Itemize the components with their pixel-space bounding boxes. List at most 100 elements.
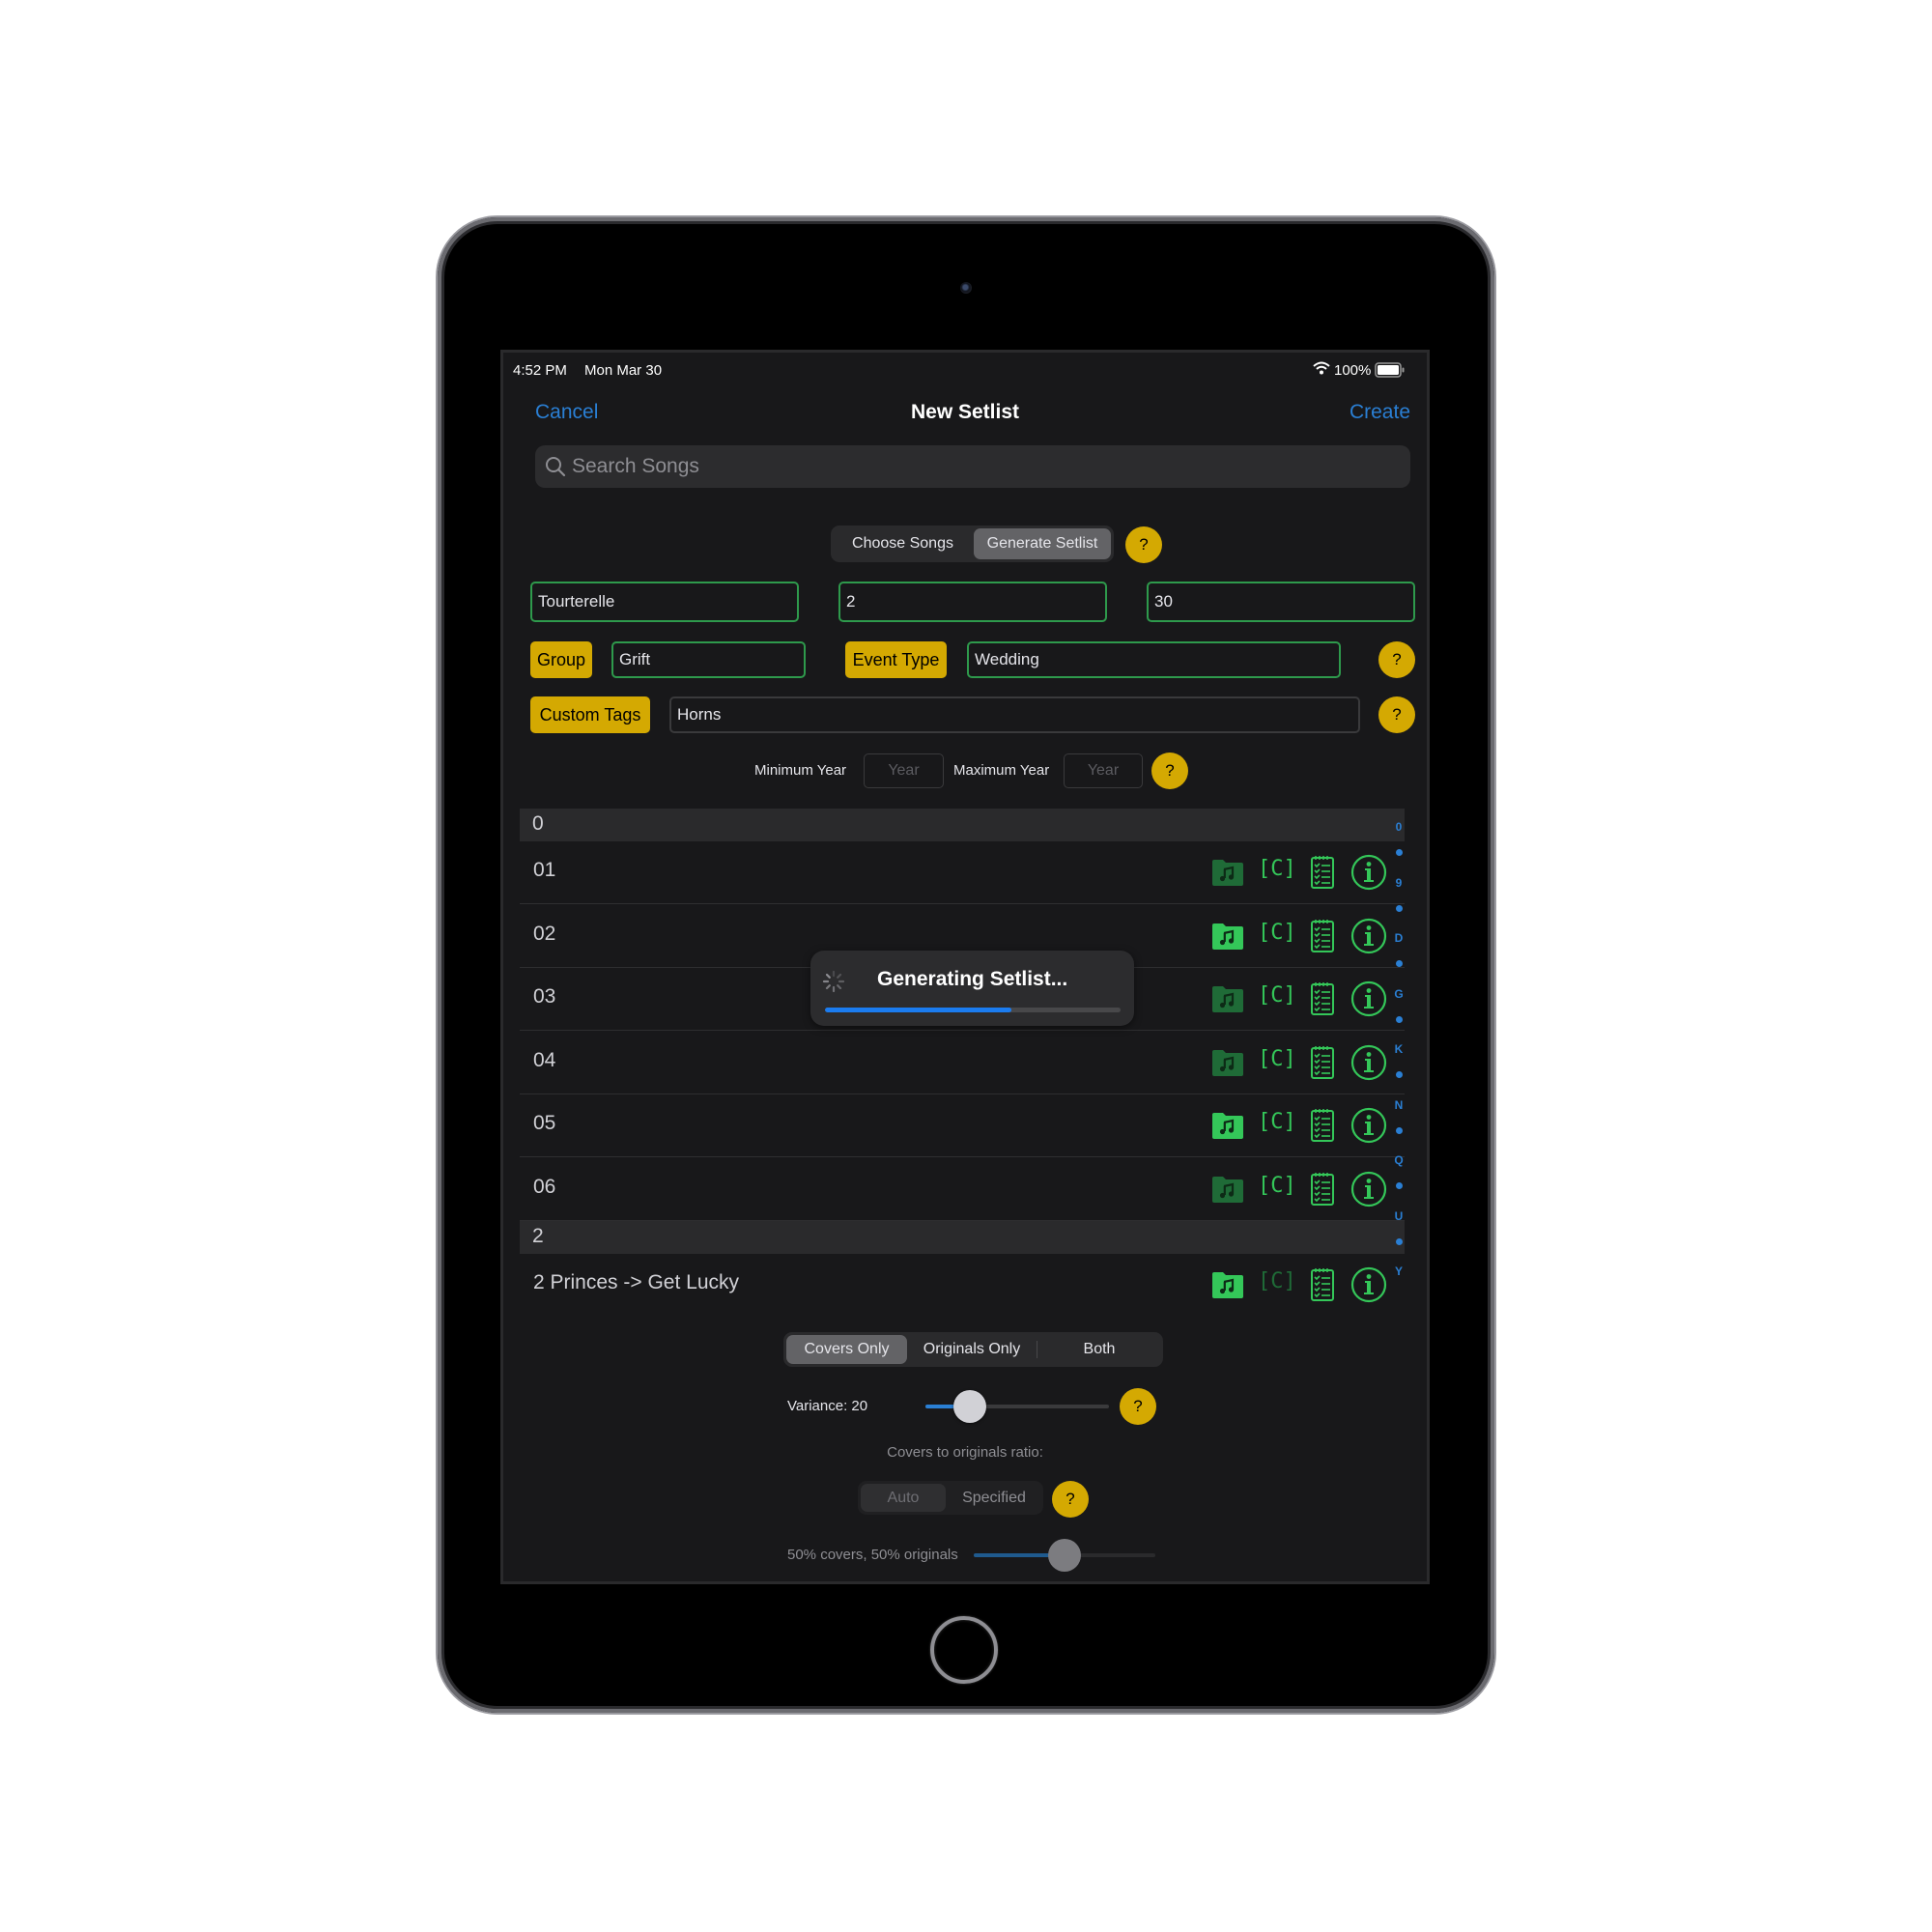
mode-help-button[interactable]: ? (1125, 526, 1162, 563)
section-header-label: 2 (532, 1225, 544, 1247)
song-row[interactable]: 01 [C] (520, 841, 1405, 904)
chords-icon[interactable]: [C] (1258, 857, 1296, 881)
segment-both[interactable]: Both (1038, 1335, 1160, 1364)
filters-help-button[interactable]: ? (1378, 641, 1415, 678)
maximum-year-input[interactable]: Year (1064, 753, 1143, 788)
chords-icon[interactable]: [C] (1258, 1174, 1296, 1198)
chords-icon[interactable]: [C] (1258, 1110, 1296, 1134)
custom-tags-button[interactable]: Custom Tags (530, 696, 650, 733)
section-index-dot[interactable] (1396, 1071, 1403, 1078)
mode-segmented-control: Choose Songs Generate Setlist (831, 526, 1114, 562)
song-type-segmented-control: Covers Only Originals Only Both (783, 1332, 1163, 1367)
search-placeholder: Search Songs (572, 455, 699, 477)
section-index-letter[interactable]: K (1392, 1042, 1406, 1056)
music-folder-icon[interactable] (1211, 1111, 1244, 1145)
progress-fill (825, 1008, 1011, 1012)
section-index-letter[interactable]: Y (1392, 1264, 1406, 1278)
song-row[interactable]: 06 [C] (520, 1158, 1405, 1221)
info-icon[interactable] (1350, 1266, 1387, 1308)
event-type-field[interactable]: Wedding (967, 641, 1341, 678)
year-help-button[interactable]: ? (1151, 753, 1188, 789)
screen: 4:52 PM Mon Mar 30 100% Cancel New Setli… (500, 350, 1430, 1584)
segment-covers-only[interactable]: Covers Only (786, 1335, 907, 1364)
section-index-dot[interactable] (1396, 1182, 1403, 1189)
minimum-year-input[interactable]: Year (864, 753, 944, 788)
variance-help-button[interactable]: ? (1120, 1388, 1156, 1425)
info-icon[interactable] (1350, 1171, 1387, 1212)
search-icon (545, 456, 566, 482)
number-of-sets-field[interactable]: 2 (838, 582, 1107, 622)
section-index-letter[interactable]: N (1392, 1098, 1406, 1112)
chords-icon[interactable]: [C] (1258, 1047, 1296, 1071)
music-folder-icon[interactable] (1211, 1175, 1244, 1208)
section-index-letter[interactable]: D (1392, 931, 1406, 945)
chords-icon[interactable]: [C] (1258, 921, 1296, 945)
ratio-slider (974, 1539, 1155, 1572)
songs-per-set-field[interactable]: 30 (1147, 582, 1415, 622)
info-icon[interactable] (1350, 980, 1387, 1022)
section-index-dot[interactable] (1396, 849, 1403, 856)
info-icon[interactable] (1350, 854, 1387, 895)
section-index-letter[interactable]: U (1392, 1209, 1406, 1223)
checklist-icon[interactable] (1310, 1108, 1335, 1148)
song-name: 01 (533, 859, 556, 881)
section-index-dot[interactable] (1396, 1237, 1403, 1245)
segment-choose-songs[interactable]: Choose Songs (834, 528, 972, 559)
ratio-value-label: 50% covers, 50% originals (787, 1547, 958, 1563)
status-date: Mon Mar 30 (584, 362, 663, 379)
progress-bar (825, 1008, 1121, 1012)
minimum-year-label: Minimum Year (754, 762, 847, 779)
setlist-name-field[interactable]: Tourterelle (530, 582, 799, 622)
song-name: 05 (533, 1112, 556, 1134)
segment-specified[interactable]: Specified (948, 1484, 1040, 1512)
event-type-tag-button[interactable]: Event Type (845, 641, 947, 678)
song-row[interactable]: 04 [C] (520, 1032, 1405, 1094)
custom-tags-field[interactable]: Horns (669, 696, 1360, 733)
home-button[interactable] (930, 1616, 998, 1684)
checklist-icon[interactable] (1310, 855, 1335, 895)
section-index-letter[interactable]: G (1392, 987, 1406, 1001)
group-tag-button[interactable]: Group (530, 641, 592, 678)
battery-full-icon (1375, 362, 1406, 383)
music-folder-icon[interactable] (1211, 858, 1244, 892)
song-row[interactable]: 2 Princes -> Get Lucky [C] (520, 1254, 1405, 1317)
custom-tags-help-button[interactable]: ? (1378, 696, 1415, 733)
section-index-letter[interactable]: 9 (1392, 876, 1406, 890)
segment-generate-setlist[interactable]: Generate Setlist (974, 528, 1111, 559)
info-icon[interactable] (1350, 918, 1387, 959)
section-index-dot[interactable] (1396, 1126, 1403, 1134)
chords-icon[interactable]: [C] (1258, 983, 1296, 1008)
checklist-icon[interactable] (1310, 1045, 1335, 1085)
variance-slider-thumb[interactable] (952, 1390, 986, 1423)
section-index-letter[interactable]: 0 (1392, 820, 1406, 834)
group-field[interactable]: Grift (611, 641, 806, 678)
section-index-dot[interactable] (1396, 1015, 1403, 1023)
segment-auto[interactable]: Auto (861, 1484, 946, 1512)
song-row[interactable]: 05 [C] (520, 1094, 1405, 1157)
music-folder-icon[interactable] (1211, 1048, 1244, 1082)
info-icon[interactable] (1350, 1044, 1387, 1086)
search-input[interactable]: Search Songs (535, 445, 1410, 488)
wifi-icon (1313, 361, 1330, 380)
checklist-icon[interactable] (1310, 1172, 1335, 1211)
loading-overlay: Generating Setlist... (810, 951, 1134, 1026)
music-folder-icon[interactable] (1211, 922, 1244, 955)
chords-icon[interactable]: [C] (1258, 1269, 1296, 1293)
ratio-help-button[interactable]: ? (1052, 1481, 1089, 1518)
music-folder-icon[interactable] (1211, 984, 1244, 1018)
section-index-dot[interactable] (1396, 904, 1403, 912)
maximum-year-label: Maximum Year (953, 762, 1050, 779)
checklist-icon[interactable] (1310, 1267, 1335, 1307)
segment-originals-only[interactable]: Originals Only (909, 1335, 1035, 1364)
variance-slider[interactable] (925, 1390, 1109, 1423)
music-folder-icon[interactable] (1211, 1270, 1244, 1304)
section-index-letter[interactable]: Q (1392, 1153, 1406, 1167)
create-button[interactable]: Create (1350, 401, 1410, 424)
checklist-icon[interactable] (1310, 981, 1335, 1021)
checklist-icon[interactable] (1310, 919, 1335, 958)
info-icon[interactable] (1350, 1107, 1387, 1149)
front-camera (960, 282, 972, 294)
ratio-caption: Covers to originals ratio: (887, 1444, 1043, 1461)
spinner-icon (822, 970, 845, 998)
section-index-dot[interactable] (1396, 960, 1403, 967)
